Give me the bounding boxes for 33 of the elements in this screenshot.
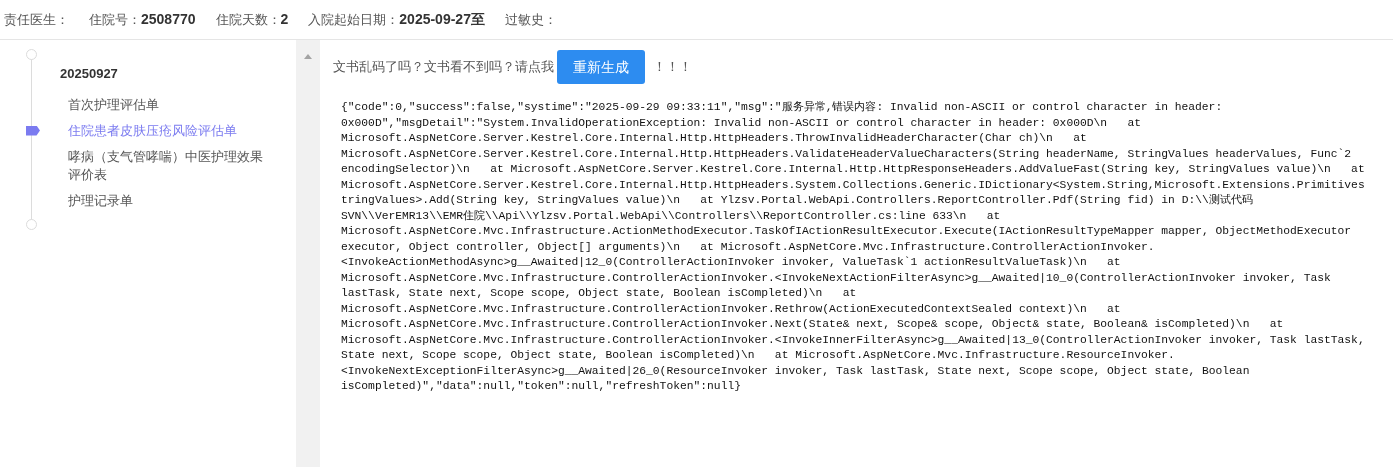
document-link[interactable]: 哮病（支气管哮喘）中医护理效果评价表 [68, 147, 273, 184]
response-text-line: encodingSelector)\n at Microsoft.AspNetCore.Server.Kestrel.Core.Internal.Http.HttpResponseHeaders.AddValueFast(String key, StringValues value)\n at [341, 162, 1366, 177]
response-text-line: Microsoft.AspNetCore.Mvc.Infrastructure.ActionMethodExecutor.TaskOfIActionResultExecutor.Execute(IActionResultTypeMapper mapper, ObjectMethodExecutor [341, 224, 1353, 239]
header-field: 责任医生： [4, 9, 69, 30]
response-text-line: Microsoft.AspNetCore.Mvc.Infrastructure.ControllerActionInvoker.Next(State& next, Scope& scope, Object& state, Boolean& isCompleted)\n at [341, 317, 1285, 332]
header-field: 住院号：2508770 [89, 9, 196, 30]
response-text-line: Microsoft.AspNetCore.Server.Kestrel.Core.Internal.Http.HttpHeaders.ValidateHeaderValueCharacters(String headerName, StringValues headerValues, Func`2 [341, 146, 1353, 162]
header-field: 住院天数：2 [215, 9, 289, 30]
response-text-line: isCompleted)","data":null,"token":null,"refreshToken":null} [341, 379, 742, 394]
response-text-line: 0x000D","msgDetail":"System.InvalidOperationException: Invalid non-ASCII or control character in header: 0x000D\n at [341, 115, 1142, 131]
document-link[interactable]: 首次护理评估单 [68, 95, 273, 114]
document-link[interactable]: 住院患者皮肤压疮风险评估单 [68, 121, 273, 140]
response-text-line: {"code":0,"success":false,"systime":"2025-09-29 09:33:11","msg":"服务异常,错误内容: Invalid non-ASCII or control character in header: [341, 100, 1224, 115]
response-text-line: State next, Scope scope, Object state, Boolean isCompleted)\n at Microsoft.AspNetCore.Mvc.Infrastructure.ResourceInvoker. [341, 348, 1176, 363]
response-text-line: Microsoft.AspNetCore.Mvc.Infrastructure.ControllerActionInvoker.<InvokeInnerFilterAsync>g__Awaited|13_0(ControllerActionInvoker invoker, Task lastTask, [341, 332, 1366, 348]
response-text-line: tringValues>.Add(String key, StringValues value)\n at Ylzsv.Portal.WebApi.Controllers.ReportController.Pdf(String fid) in D:\\测试代码 [341, 193, 1254, 208]
header-field: 入院起始日期：2025-09-27至 [308, 9, 485, 30]
response-text-line: <InvokeNextExceptionFilterAsync>g__Awaited|26_0(ResourceInvoker invoker, Task lastTask, State next, Scope scope, Object state, Boolean [341, 363, 1251, 379]
scroll-up-icon[interactable] [304, 54, 312, 59]
header-field: 过敏史： [504, 9, 557, 30]
document-link[interactable]: 护理记录单 [68, 191, 273, 210]
response-text-line: executor, Object controller, Object[] arguments)\n at Microsoft.AspNetCore.Mvc.Infrastructure.ControllerActionInvoker. [341, 239, 1156, 255]
response-text-line: Microsoft.AspNetCore.Server.Kestrel.Core.Internal.Http.HttpHeaders.System.Collections.Generic.IDictionary<System.String,Microsoft.Extensions.Primitives [341, 177, 1366, 193]
response-text-line: lastTask, State next, Scope scope, Object state, Boolean isCompleted)\n at [341, 286, 858, 301]
response-text-line: Microsoft.AspNetCore.Server.Kestrel.Core.Internal.Http.HttpHeaders.ThrowInvalidHeaderCharacter(Char ch)\n at [341, 131, 1088, 146]
date-heading: 20250927 [60, 65, 119, 83]
response-text-line: Microsoft.AspNetCore.Mvc.Infrastructure.ControllerActionInvoker.<InvokeNextActionFilterAsync>g__Awaited|10_0(ControllerActionInvoker invoker, Task [341, 270, 1332, 286]
exclamation-text: ！！！ [653, 58, 692, 77]
response-text-line: SVN\\VerEMR13\\EMR住院\\Api\\Ylzsv.Portal.WebApi\\Controllers\\ReportController.cs:line 633\n at [341, 208, 1002, 224]
scrollbar[interactable] [296, 40, 320, 467]
response-text-line: Microsoft.AspNetCore.Mvc.Infrastructure.ControllerActionInvoker.Rethrow(ActionExecutedContextSealed context)\n at [341, 301, 1122, 317]
notice-text: 文书乱码了吗？文书看不到吗？请点我 [333, 58, 554, 77]
response-text-line: <InvokeActionMethodAsync>g__Awaited|12_0(ControllerActionInvoker invoker, ValueTask`1 actionResultValueTask)\n at [341, 255, 1122, 270]
